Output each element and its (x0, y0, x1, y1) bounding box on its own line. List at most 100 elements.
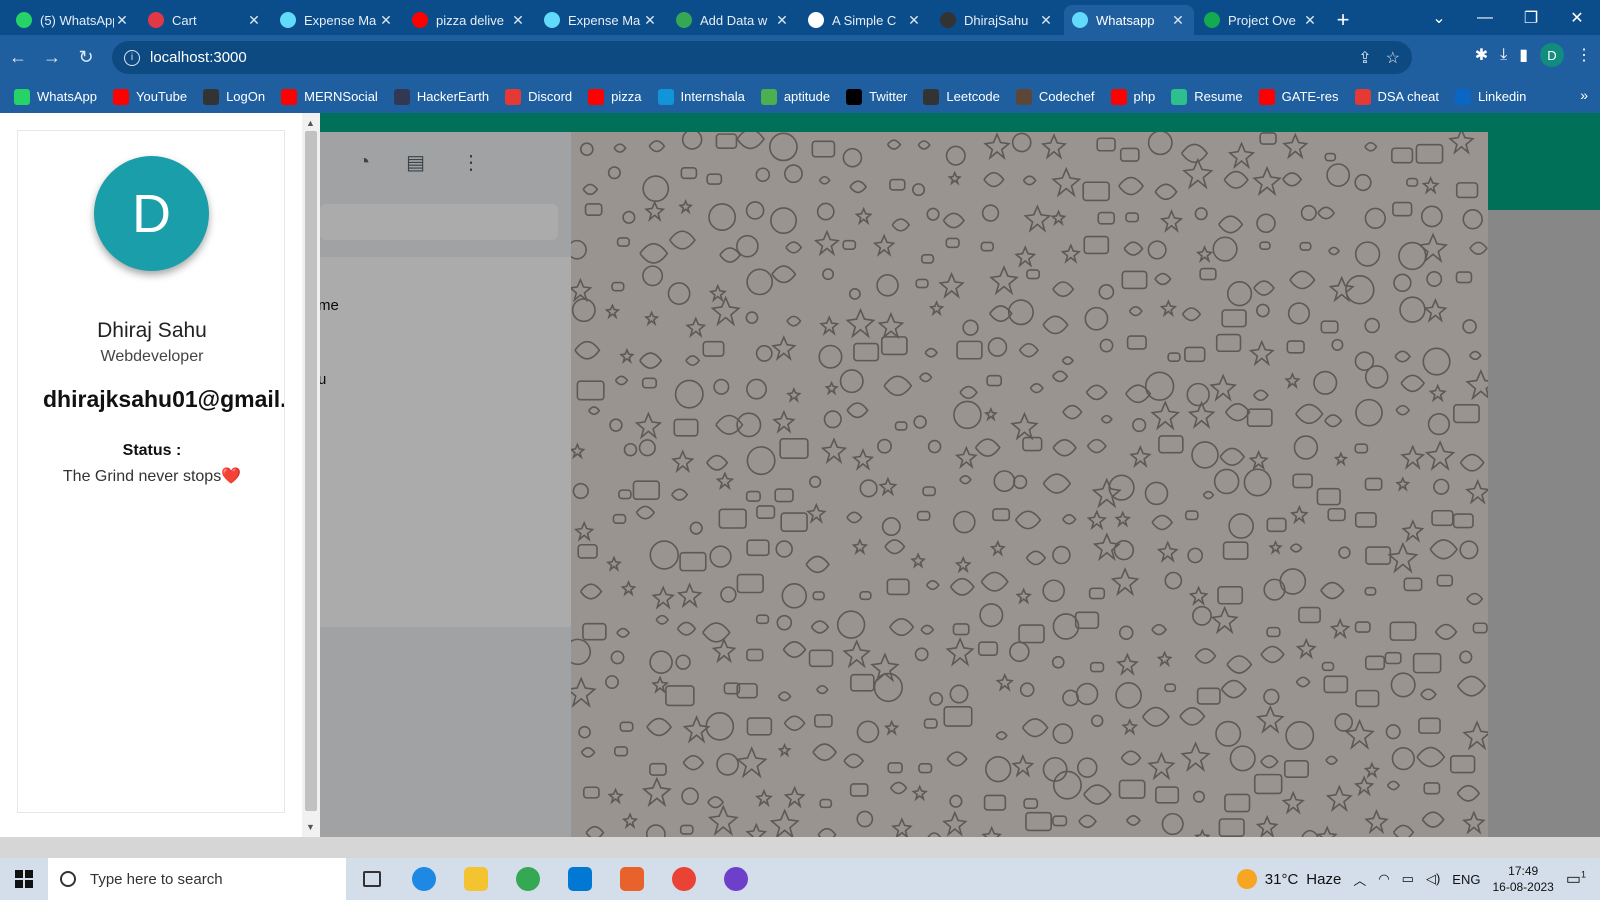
bookmarks-bar: WhatsApp YouTube LogOn MERNSocial HackerEart… (0, 80, 1600, 113)
close-window-button[interactable]: ✕ (1554, 8, 1600, 28)
search-icon (60, 871, 76, 887)
address-bar[interactable]: i localhost:3000 ⇪ ☆ (112, 41, 1412, 74)
bookmark-label: DSA cheat (1377, 89, 1439, 104)
tab-strip: (5) WhatsApp ✕ Cart ✕ Expense Ma ✕ pizza deliv… (0, 0, 1600, 35)
bookmark-label: LogOn (226, 89, 266, 104)
bookmark-item[interactable]: MERNSocial (281, 88, 378, 105)
file-explorer-icon[interactable] (450, 858, 502, 900)
bookmark-item[interactable]: Twitter (846, 88, 907, 105)
browser-tab[interactable]: Whatsapp ✕ (1064, 5, 1194, 35)
bookmark-item[interactable]: Codechef (1015, 88, 1095, 105)
taskbar-search-placeholder: Type here to search (90, 870, 223, 888)
restore-button[interactable]: ❐ (1508, 8, 1554, 28)
github-desktop-icon[interactable] (710, 858, 762, 900)
browser-tab[interactable]: Expense Ma ✕ (536, 5, 666, 35)
bookmark-item[interactable]: YouTube (112, 88, 187, 105)
bookmark-item[interactable]: WhatsApp (14, 88, 97, 105)
close-tab-icon[interactable]: ✕ (378, 12, 394, 29)
weather-widget[interactable]: 31°C Haze (1236, 869, 1341, 889)
close-tab-icon[interactable]: ✕ (1038, 12, 1054, 29)
tray-chevron-icon[interactable]: ︿ (1353, 870, 1366, 889)
cart-icon (148, 12, 164, 28)
youtube-icon (412, 12, 428, 28)
battery-icon[interactable]: ▭ (1402, 871, 1414, 887)
url-text: localhost:3000 (150, 49, 247, 66)
task-view-icon[interactable] (346, 858, 398, 900)
close-tab-icon[interactable]: ✕ (510, 12, 526, 29)
browser-tab[interactable]: Cart ✕ (140, 5, 270, 35)
tab-title: A Simple C (832, 12, 897, 28)
minimize-button[interactable]: — (1462, 9, 1508, 27)
extensions-icon[interactable]: ✱ (1475, 45, 1488, 65)
bookmark-item[interactable]: Resume (1171, 88, 1243, 105)
back-button[interactable]: ← (2, 42, 34, 74)
react-icon (544, 12, 560, 28)
downloads-icon[interactable]: ⤓ (1500, 46, 1507, 64)
github-icon (940, 12, 956, 28)
browser-tab[interactable]: A Simple C ✕ (800, 5, 930, 35)
forward-button[interactable]: → (36, 42, 68, 74)
windows-start-button[interactable] (0, 858, 48, 900)
app-orange-icon[interactable] (606, 858, 658, 900)
bookmark-label: GATE-res (1281, 89, 1339, 104)
bookmark-item[interactable]: php (1110, 88, 1155, 105)
bookmark-item[interactable]: Leetcode (923, 88, 1000, 105)
browser-tab[interactable]: Expense Ma ✕ (272, 5, 402, 35)
volume-icon[interactable]: ◁) (1426, 871, 1440, 887)
chrome-icon[interactable] (502, 858, 554, 900)
bookmark-item[interactable]: Internshala (657, 88, 745, 105)
close-tab-icon[interactable]: ✕ (642, 12, 658, 29)
youtube-icon (112, 88, 129, 105)
bookmark-label: Leetcode (946, 89, 1000, 104)
browser-tab[interactable]: (5) WhatsApp ✕ (8, 5, 138, 35)
close-tab-icon[interactable]: ✕ (774, 12, 790, 29)
profile-name: Dhiraj Sahu (97, 319, 207, 342)
bookmark-item[interactable]: LogOn (203, 88, 266, 105)
vscode-icon[interactable] (554, 858, 606, 900)
profile-avatar[interactable]: D (1540, 43, 1564, 67)
taskbar-search[interactable]: Type here to search (48, 858, 346, 900)
browser-tab[interactable]: Project Ove ✕ (1196, 5, 1326, 35)
chrome-profile-icon[interactable] (658, 858, 710, 900)
vertical-scrollbar[interactable]: ▲ ▼ (302, 113, 320, 837)
scroll-down-icon[interactable]: ▼ (306, 822, 315, 832)
more-bookmarks-icon[interactable]: » (1580, 87, 1588, 103)
scroll-thumb[interactable] (305, 131, 317, 811)
bookmark-item[interactable]: Linkedin (1454, 88, 1526, 105)
menu-icon[interactable]: ⋮ (1576, 45, 1592, 65)
close-tab-icon[interactable]: ✕ (1302, 12, 1318, 29)
language-indicator[interactable]: ENG (1452, 872, 1480, 887)
bookmark-item[interactable]: DSA cheat (1354, 88, 1439, 105)
browser-tab[interactable]: DhirajSahu ✕ (932, 5, 1062, 35)
tab-title: (5) WhatsApp (40, 12, 114, 28)
close-tab-icon[interactable]: ✕ (114, 12, 130, 29)
bookmark-item[interactable]: pizza (588, 88, 642, 105)
new-tab-button[interactable]: + (1328, 5, 1358, 35)
site-info-icon[interactable]: i (124, 49, 140, 66)
reload-button[interactable]: ↻ (70, 42, 102, 74)
side-panel-icon[interactable]: ▮ (1519, 45, 1528, 65)
scroll-up-icon[interactable]: ▲ (306, 118, 315, 128)
bookmark-item[interactable]: Discord (505, 88, 572, 105)
browser-tab[interactable]: pizza delive ✕ (404, 5, 534, 35)
clock[interactable]: 17:49 16-08-2023 (1492, 863, 1553, 895)
tab-title: Project Ove (1228, 12, 1296, 28)
whatsapp-icon (16, 12, 32, 28)
close-tab-icon[interactable]: ✕ (906, 12, 922, 29)
notifications-icon[interactable]: ▭1 (1566, 869, 1586, 889)
close-tab-icon[interactable]: ✕ (246, 12, 262, 29)
bookmark-item[interactable]: GATE-res (1258, 88, 1339, 105)
codechef-icon (1015, 88, 1032, 105)
browser-tab[interactable]: Add Data w ✕ (668, 5, 798, 35)
tab-search-icon[interactable]: ⌄ (1416, 8, 1462, 28)
profile-avatar-large[interactable]: D (94, 156, 209, 271)
wifi-icon[interactable]: ◠ (1378, 871, 1389, 887)
bookmark-item[interactable]: aptitude (760, 88, 830, 105)
windows-logo-icon (15, 870, 33, 888)
share-icon[interactable]: ⇪ (1358, 48, 1371, 68)
bookmark-item[interactable]: HackerEarth (393, 88, 489, 105)
discord-icon (505, 88, 522, 105)
bookmark-star-icon[interactable]: ☆ (1386, 48, 1400, 68)
edge-icon[interactable] (398, 858, 450, 900)
close-tab-icon[interactable]: ✕ (1170, 12, 1186, 29)
